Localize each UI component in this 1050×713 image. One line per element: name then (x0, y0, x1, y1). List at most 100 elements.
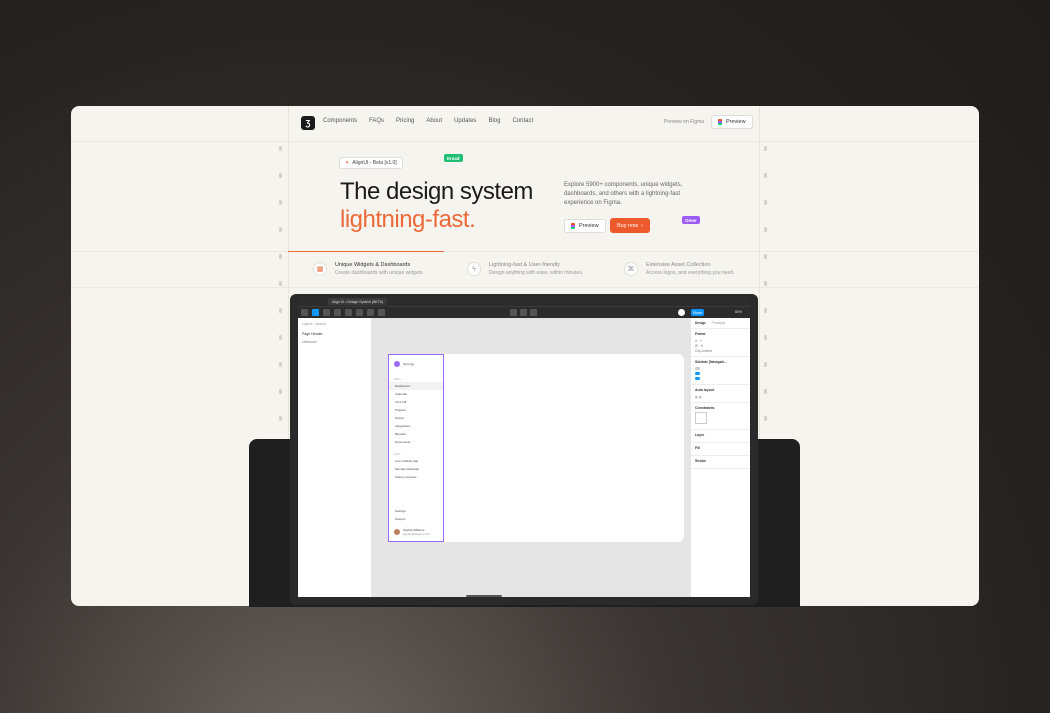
hero-preview-label: Preview (579, 223, 599, 229)
nav-blog[interactable]: Blog (488, 118, 500, 124)
nav-updates[interactable]: Updates (454, 118, 476, 124)
sidebar-item-dashboard[interactable]: Dashboard (389, 382, 443, 390)
fav-item[interactable]: Udemy Courses (389, 473, 443, 481)
mask-icon[interactable] (520, 309, 527, 316)
nav-contact[interactable]: Contact (512, 118, 533, 124)
grid-line (71, 287, 979, 288)
sidebar-item-label: Documents (395, 440, 411, 444)
shape-tool-icon[interactable] (334, 309, 341, 316)
app-logo-icon (394, 361, 400, 367)
sidebar-item-label: Settings (395, 509, 406, 513)
feature-title: Unique Widgets & Dashboards (335, 262, 411, 268)
section-title: Constraints (695, 406, 715, 410)
page-item[interactable]: Page Header (298, 330, 371, 338)
page-item[interactable]: Unknown (298, 338, 371, 346)
nav-preview-button[interactable]: Preview (711, 115, 753, 129)
hero-title-line2: lightning-fast. (340, 206, 476, 233)
buy-now-button[interactable]: Buy now › (610, 218, 650, 233)
fav-item[interactable]: Loom Mobile App (389, 457, 443, 465)
nav-faqs[interactable]: FAQs (369, 118, 384, 124)
sidebar-item-teams[interactable]: Teams (389, 414, 443, 422)
dashed-guide (279, 146, 283, 475)
move-tool-icon[interactable] (312, 309, 319, 316)
sidebar-item-benefits[interactable]: Benefits (389, 430, 443, 438)
sidebar-item-documents[interactable]: Documents (389, 438, 443, 446)
sidebar-item-label: Teams (395, 416, 404, 420)
user-email: sophia@alignui.com (403, 532, 431, 536)
frame-section: Frame X · YW · H Clip content (691, 329, 750, 357)
section-title: Sidebar [Navigati... (695, 360, 727, 364)
section-title: Frame (695, 332, 706, 336)
tab-design[interactable]: Design (695, 321, 706, 325)
preview-on-figma-link[interactable]: Preview on Figma (664, 119, 704, 125)
sidebar-item-time-off[interactable]: Time Off (389, 398, 443, 406)
asset-icon: ⌘ (624, 262, 638, 276)
feature-assets[interactable]: ⌘ Extensive Asset Collection Access logo… (624, 251, 734, 287)
sidebar-component[interactable]: Synergy Main Dashboard Calendar Time Off… (388, 354, 444, 542)
figma-toolbar: Share 80% (298, 306, 750, 318)
toggle[interactable] (695, 377, 700, 380)
figma-titlebar: Align UI • Design System (BETA) (298, 297, 750, 306)
figma-menu-icon[interactable] (301, 309, 308, 316)
feature-subtitle: Design anything with ease, within minute… (489, 270, 584, 276)
comment-tool-icon[interactable] (378, 309, 385, 316)
sidebar-item-projects[interactable]: Projects (389, 406, 443, 414)
section-title: Auto layout (695, 388, 715, 392)
feature-title: Lightning-fast & User-friendly (489, 262, 560, 268)
feature-title: Extensive Asset Collection (646, 262, 711, 268)
arrow-right-icon: › (641, 222, 643, 229)
sidebar-item-settings[interactable]: Settings (389, 507, 443, 515)
zoom-level[interactable]: 80% (735, 310, 742, 314)
avatar[interactable] (678, 309, 685, 316)
frame-tool-icon[interactable] (323, 309, 330, 316)
feature-widgets[interactable]: ▦ Unique Widgets & Dashboards Create das… (313, 251, 424, 287)
cursor-tag-ersad: Ersad (444, 154, 463, 162)
nav-about[interactable]: About (426, 118, 442, 124)
main-nav: Components FAQs Pricing About Updates Bl… (323, 118, 533, 124)
nav-preview-label: Preview (726, 119, 746, 125)
sidebar-section-main: Main (394, 376, 401, 381)
sidebar-item-calendar[interactable]: Calendar (389, 390, 443, 398)
hero-preview-button[interactable]: Preview (564, 219, 606, 233)
toggle[interactable] (695, 372, 700, 375)
feature-lightning[interactable]: ϟ Lightning-fast & User-friendly Design … (467, 251, 583, 287)
sidebar-item-label: Projects (395, 408, 406, 412)
fav-item-label: Monday Redesign (395, 467, 420, 471)
dashed-guide (764, 146, 768, 475)
sidebar-item-support[interactable]: Support (389, 515, 443, 523)
hero-title-line1: The design system (340, 178, 533, 205)
cursor-tag-omer: Omer (682, 216, 700, 224)
beta-badge-label: AlignUI - Beta [v1.0] (352, 160, 397, 166)
pen-tool-icon[interactable] (345, 309, 352, 316)
sidebar-header: Synergy (389, 355, 443, 371)
share-button[interactable]: Share (691, 309, 704, 316)
constraints-widget[interactable] (695, 412, 707, 424)
user-profile[interactable]: Sophia Williams sophia@alignui.com (389, 523, 443, 541)
section-title: Fill (695, 446, 701, 450)
text-tool-icon[interactable] (356, 309, 363, 316)
component-section: Sidebar [Navigati... (691, 357, 750, 385)
section-title: Layer (695, 433, 705, 437)
fav-item[interactable]: Monday Redesign (389, 465, 443, 473)
nav-pricing[interactable]: Pricing (396, 118, 414, 124)
panel-tabs: Design Prototype (691, 318, 750, 329)
layer-section: Layer (691, 430, 750, 443)
hand-tool-icon[interactable] (367, 309, 374, 316)
nav-components[interactable]: Components (323, 118, 357, 124)
brand-logo[interactable]: Ʒ (301, 116, 315, 130)
toggle[interactable] (695, 367, 700, 370)
sidebar-item-integrations[interactable]: Integrations (389, 422, 443, 430)
beta-badge[interactable]: ✦ AlignUI - Beta [v1.0] (339, 157, 403, 169)
component-icon[interactable] (510, 309, 517, 316)
avatar (394, 529, 400, 535)
tab-prototype[interactable]: Prototype (712, 321, 726, 325)
hero-description: Explore 5900+ components, unique widgets… (564, 182, 683, 206)
grid-line (71, 141, 979, 142)
figma-file-tab[interactable]: Align UI • Design System (BETA) (328, 298, 388, 305)
home-indicator (466, 595, 502, 597)
sidebar-item-label: Time Off (395, 400, 407, 404)
figma-icon (718, 119, 722, 125)
boolean-icon[interactable] (530, 309, 537, 316)
sidebar-section-favs: Favs (394, 451, 401, 456)
constraints-section: Constraints (691, 403, 750, 430)
